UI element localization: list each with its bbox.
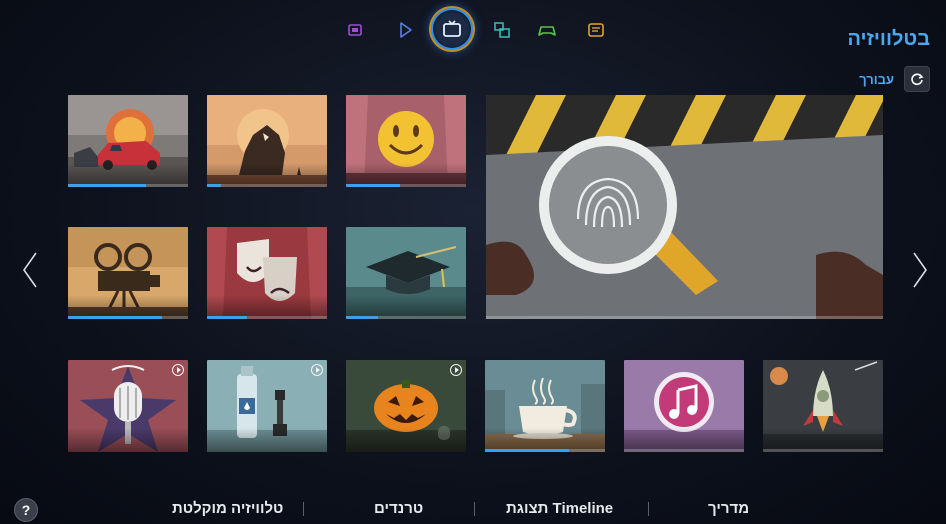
- page-title: בטלוויזיה: [847, 28, 930, 50]
- progress-fill: [68, 316, 162, 319]
- content-tile[interactable]: [207, 360, 327, 452]
- message-icon[interactable]: [584, 18, 608, 42]
- content-tile[interactable]: [68, 360, 188, 452]
- content-tile[interactable]: [485, 360, 605, 452]
- progress-bar: [763, 449, 883, 452]
- nav-separator: [474, 502, 475, 516]
- content-tile[interactable]: [346, 227, 466, 319]
- content-tile[interactable]: [207, 227, 327, 319]
- gamepad-icon[interactable]: [535, 18, 559, 42]
- nav-separator: [648, 502, 649, 516]
- nav-recorded-tv[interactable]: טלוויזיה מוקלטת: [172, 500, 283, 517]
- featured-tile[interactable]: [486, 95, 883, 319]
- crime-investigation-thumbnail: [486, 95, 883, 319]
- progress-bar: [68, 184, 188, 187]
- progress-fill: [68, 184, 146, 187]
- progress-bar: [624, 449, 744, 452]
- progress-bar: [485, 449, 605, 452]
- play-icon[interactable]: [393, 18, 417, 42]
- edit-button[interactable]: [904, 66, 930, 92]
- content-tile[interactable]: [346, 95, 466, 187]
- edit-label[interactable]: עבורך: [859, 72, 894, 87]
- content-tile[interactable]: [346, 360, 466, 452]
- chevron-left-icon: [23, 252, 37, 288]
- scroll-right-button[interactable]: [910, 250, 930, 290]
- progress-bar: [68, 316, 188, 319]
- content-tile[interactable]: [68, 95, 188, 187]
- content-tile[interactable]: [207, 95, 327, 187]
- panels-icon[interactable]: [490, 18, 514, 42]
- play-badge-icon: [172, 364, 184, 376]
- progress-fill: [346, 316, 379, 319]
- nav-timeline[interactable]: תצוגת Timeline: [506, 500, 613, 517]
- edit-area: עבורך: [859, 66, 930, 92]
- nav-guide[interactable]: מדריך: [708, 500, 749, 517]
- play-badge-icon: [450, 364, 462, 376]
- refresh-icon: [911, 73, 924, 86]
- progress-fill: [207, 316, 247, 319]
- chevron-right-icon: [913, 252, 927, 288]
- scroll-left-button[interactable]: [20, 250, 40, 290]
- play-badge-icon: [311, 364, 323, 376]
- content-tile[interactable]: [763, 360, 883, 452]
- bottom-nav: ? טלוויזיה מוקלטת טרנדים תצוגת Timeline …: [0, 492, 946, 524]
- content-tile[interactable]: [68, 227, 188, 319]
- progress-fill: [207, 184, 222, 187]
- nav-trends[interactable]: טרנדים: [374, 500, 423, 517]
- multi-screen-icon[interactable]: [343, 18, 367, 42]
- progress-bar: [346, 184, 466, 187]
- progress-fill: [346, 184, 400, 187]
- content-tile[interactable]: [624, 360, 744, 452]
- tv-icon[interactable]: [433, 10, 471, 48]
- progress-fill: [485, 449, 569, 452]
- nav-separator: [303, 502, 304, 516]
- progress-bar: [346, 316, 466, 319]
- progress-bar: [207, 316, 327, 319]
- mode-bar: [0, 10, 946, 50]
- progress-bar: [486, 316, 883, 319]
- progress-bar: [207, 184, 327, 187]
- help-button[interactable]: ?: [14, 498, 38, 522]
